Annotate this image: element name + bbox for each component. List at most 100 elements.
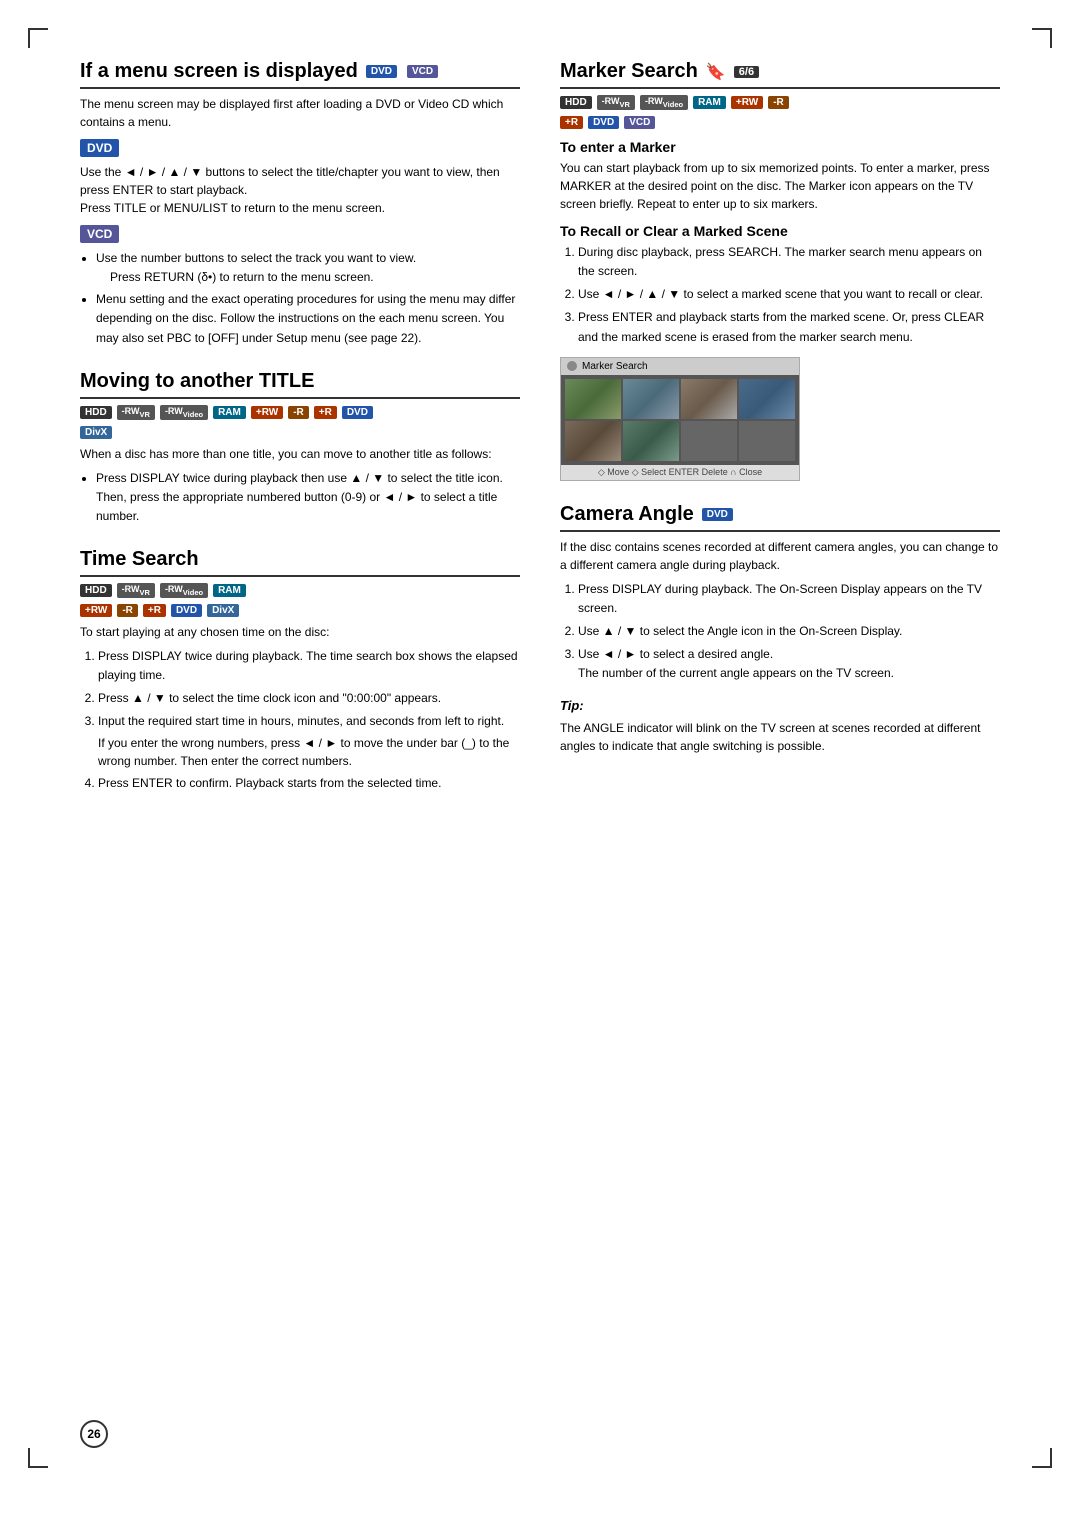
badge-r-time: -R [117,604,138,617]
vcd-bullet-2: Menu setting and the exact operating pro… [96,290,520,348]
time-steps: Press DISPLAY twice during playback. The… [80,647,520,793]
tip-label: Tip: [560,696,1000,716]
vcd-bullet-1: Use the number buttons to select the tra… [96,249,520,286]
badge-dvd: DVD [366,65,397,78]
section-marker-heading: Marker Search [560,60,698,83]
vcd-subsection: VCD Use the number buttons to select the… [80,225,520,348]
vcd-bullet-list: Use the number buttons to select the tra… [80,249,520,348]
time-intro: To start playing at any chosen time on t… [80,623,520,641]
page-number: 26 [80,1420,108,1448]
badge-dvd-time: DVD [171,604,202,617]
badge-divx-moving: DivX [80,426,112,439]
page-num-badge: 6/6 [734,66,759,78]
corner-mark-br [1032,1448,1052,1468]
section-moving-title: Moving to another TITLE HDD -RWVR -RWVid… [80,370,520,526]
camera-steps: Press DISPLAY during playback. The On-Sc… [560,580,1000,684]
section-time-heading-row: Time Search [80,548,520,577]
badge-ram-time: RAM [213,584,246,597]
section-time-heading: Time Search [80,548,199,571]
camera-step-3: Use ◄ / ► to select a desired angle.The … [578,645,1000,683]
marker-thumb-3 [681,379,737,419]
marker-search-image-box: Marker Search ◇ Move ◇ Select ENTER Dele… [560,357,800,481]
badge-ram-marker: RAM [693,96,726,109]
marker-thumb-7 [681,421,737,461]
badge-plusr-moving: +R [314,406,337,419]
bookmark-icon: 🔖 [706,62,726,82]
marker-bottom-bar: ◇ Move ◇ Select ENTER Delete ∩ Close [561,465,799,480]
marker-thumb-8 [739,421,795,461]
tip-section: Tip: The ANGLE indicator will blink on t… [560,696,1000,756]
badge-plusrw-time: +RW [80,604,112,617]
enter-marker-heading: To enter a Marker [560,139,1000,155]
tip-text: The ANGLE indicator will blink on the TV… [560,719,1000,755]
page-content: If a menu screen is displayed DVD VCD Th… [80,60,1000,815]
badge-hdd-time: HDD [80,584,112,597]
marker-badges-row2: +R DVD VCD [560,116,1000,129]
badge-dvd-camera: DVD [702,508,733,521]
section-menu-screen: If a menu screen is displayed DVD VCD Th… [80,60,520,348]
section-camera-heading-row: Camera Angle DVD [560,503,1000,532]
section-moving-heading-row: Moving to another TITLE [80,370,520,399]
recall-step-2: Use ◄ / ► / ▲ / ▼ to select a marked sce… [578,285,1000,304]
section-menu-title: If a menu screen is displayed DVD VCD [80,60,520,89]
badge-plusrw-moving: +RW [251,406,283,419]
section-marker-search: Marker Search 🔖 6/6 HDD -RWVR -RWVideo R… [560,60,1000,481]
vcd-sub-text: Press RETURN (δ•) to return to the menu … [96,268,520,286]
marker-search-titlebar: Marker Search [561,358,799,375]
badge-rwvideo-moving: -RWVideo [160,405,208,420]
section-camera-heading: Camera Angle [560,503,694,526]
section-menu-heading: If a menu screen is displayed [80,60,358,83]
badge-rwvideo-time: -RWVideo [160,583,208,598]
badge-r-marker: -R [768,96,789,109]
page: If a menu screen is displayed DVD VCD Th… [0,0,1080,1528]
enter-marker-text: You can start playback from up to six me… [560,159,1000,213]
marker-thumb-6 [623,421,679,461]
badge-ram-moving: RAM [213,406,246,419]
moving-badges-row1: HDD -RWVR -RWVideo RAM +RW -R +R DVD [80,405,520,420]
recall-marker-subsection: To Recall or Clear a Marked Scene During… [560,223,1000,347]
recall-marker-steps: During disc playback, press SEARCH. The … [560,243,1000,347]
section-time-search: Time Search HDD -RWVR -RWVideo RAM +RW -… [80,548,520,793]
time-step-2: Press ▲ / ▼ to select the time clock ico… [98,689,520,708]
badge-r-moving: -R [288,406,309,419]
badge-rwvideo-marker: -RWVideo [640,95,688,110]
badge-plusr-time: +R [143,604,166,617]
recall-step-3: Press ENTER and playback starts from the… [578,308,1000,346]
moving-bullets: Press DISPLAY twice during playback then… [80,469,520,527]
marker-thumb-4 [739,379,795,419]
moving-intro: When a disc has more than one title, you… [80,445,520,463]
badge-rwvr-time: -RWVR [117,583,155,598]
corner-mark-tr [1032,28,1052,48]
badge-rwvr-marker: -RWVR [597,95,635,110]
badge-plusrw-marker: +RW [731,96,763,109]
badge-dvd-moving: DVD [342,406,373,419]
badge-plusr-marker: +R [560,116,583,129]
badge-hdd-marker: HDD [560,96,592,109]
time-badges-row1: HDD -RWVR -RWVideo RAM [80,583,520,598]
marker-grid [561,375,799,465]
badge-hdd-moving: HDD [80,406,112,419]
badge-vcd-marker: VCD [624,116,655,129]
marker-thumb-5 [565,421,621,461]
vcd-badge-large: VCD [80,225,119,243]
recall-step-1: During disc playback, press SEARCH. The … [578,243,1000,281]
moving-badges-row2: DivX [80,426,520,439]
recall-marker-heading: To Recall or Clear a Marked Scene [560,223,1000,239]
section-camera-angle: Camera Angle DVD If the disc contains sc… [560,503,1000,755]
badge-rwvr-moving: -RWVR [117,405,155,420]
time-step-1: Press DISPLAY twice during playback. The… [98,647,520,685]
marker-badges-row1: HDD -RWVR -RWVideo RAM +RW -R [560,95,1000,110]
camera-step-2: Use ▲ / ▼ to select the Angle icon in th… [578,622,1000,641]
marker-thumb-1 [565,379,621,419]
time-step-4: Press ENTER to confirm. Playback starts … [98,774,520,793]
camera-intro: If the disc contains scenes recorded at … [560,538,1000,574]
menu-screen-intro: The menu screen may be displayed first a… [80,95,520,131]
enter-marker-subsection: To enter a Marker You can start playback… [560,139,1000,213]
time-step-3-note: If you enter the wrong numbers, press ◄ … [98,734,520,770]
marker-search-icon [567,361,577,371]
corner-mark-bl [28,1448,48,1468]
dvd-subsection: DVD Use the ◄ / ► / ▲ / ▼ buttons to sel… [80,139,520,217]
time-badges-row2: +RW -R +R DVD DivX [80,604,520,617]
section-moving-heading: Moving to another TITLE [80,370,314,393]
camera-step-1: Press DISPLAY during playback. The On-Sc… [578,580,1000,618]
